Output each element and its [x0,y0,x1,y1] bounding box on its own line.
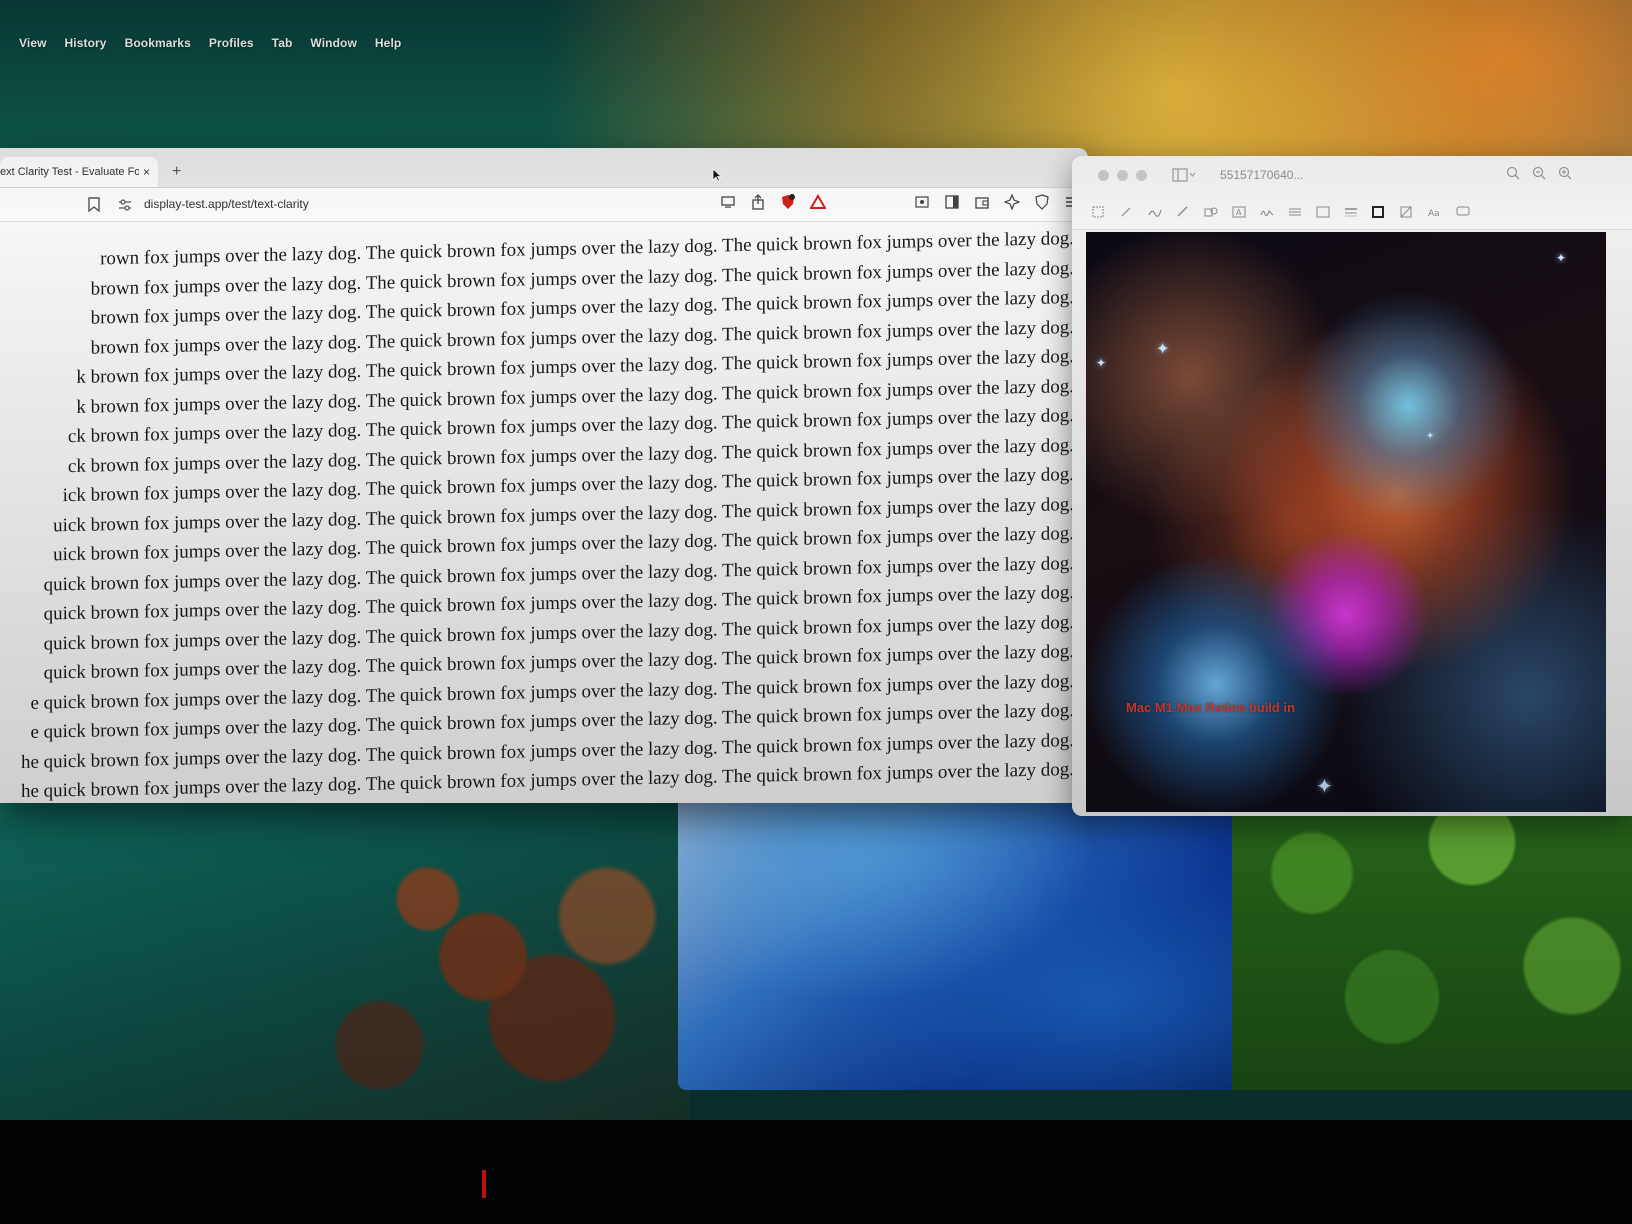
wallpaper-forest [1232,780,1632,1090]
image-caption-overlay: Mac M1 Max Retina build in [1126,700,1296,715]
adjust-size-icon[interactable] [1316,206,1330,218]
preview-top-icons [1506,166,1572,180]
preview-title: 55157170640... [1220,168,1304,182]
menu-bookmarks[interactable]: Bookmarks [116,32,200,54]
screenshot-icon[interactable] [914,194,930,210]
share-icon[interactable] [750,194,766,210]
border-color-icon[interactable] [1372,205,1386,218]
adjust-color-icon[interactable] [1288,206,1302,218]
cast-icon[interactable] [720,194,736,210]
zoom-out-icon[interactable] [1532,166,1546,180]
nebula-image: ✦ ✦ ✦ ✦ ✦ Mac M1 Max Retina build in [1086,232,1606,812]
browser-window: ext Clarity Test - Evaluate For × + disp… [0,148,1088,803]
menu-profiles[interactable]: Profiles [200,32,263,54]
zoom-window-button[interactable] [1136,169,1147,181]
sidebar-icon[interactable] [944,194,960,210]
menu-window[interactable]: Window [301,32,365,54]
menu-help[interactable]: Help [366,32,410,54]
instant-alpha-icon[interactable] [1120,206,1134,218]
bookmark-icon[interactable] [88,197,100,212]
page-content: rown fox jumps over the lazy dog. The qu… [0,222,1088,803]
selection-tool-icon[interactable] [1092,206,1106,218]
preview-markup-toolbar: A Aa [1072,194,1632,230]
toolbar-icons [720,194,1080,210]
sidebar-toggle-icon[interactable] [1172,168,1196,182]
sketch-icon[interactable] [1148,206,1162,218]
new-tab-button[interactable]: + [158,163,193,187]
tab-close-button[interactable]: × [143,165,150,179]
star-sparkle: ✦ [1096,356,1107,370]
star-sparkle: ✦ [1556,251,1567,265]
tab-title: ext Clarity Test - Evaluate For [0,166,139,178]
star-sparkle: ✦ [1316,776,1333,798]
leo-ai-icon[interactable] [1004,194,1020,210]
tab-text-clarity[interactable]: ext Clarity Test - Evaluate For × [0,157,158,187]
shape-style-icon[interactable] [1344,206,1358,218]
text-clarity-body: rown fox jumps over the lazy dog. The qu… [0,224,1074,803]
menu-history[interactable]: History [56,32,116,54]
star-sparkle: ✦ [1156,341,1170,358]
brave-rewards-icon[interactable] [810,194,826,210]
menu-view[interactable]: View [10,32,56,54]
tab-bar: ext Clarity Test - Evaluate For × + [0,148,1088,188]
text-box-icon[interactable]: A [1232,206,1246,218]
wallpaper-blue-waves [678,780,1238,1090]
fill-color-icon[interactable] [1400,206,1414,218]
power-led [482,1170,486,1198]
monitor-bezel [0,1120,1632,1224]
text-style-icon[interactable]: Aa [1428,206,1442,218]
shapes-icon[interactable] [1204,206,1218,218]
wallet-icon[interactable] [974,194,990,210]
site-settings-icon[interactable] [118,198,132,212]
preview-titlebar: 55157170640... [1072,156,1632,194]
window-controls [1098,169,1147,181]
desktop: View History Bookmarks Profiles Tab Wind… [0,0,1632,1120]
close-window-button[interactable] [1098,169,1109,181]
vpn-icon[interactable] [1034,194,1050,210]
menu-tab[interactable]: Tab [263,32,302,54]
wallpaper-rocks [0,780,690,1120]
svg-text:Aa: Aa [1428,209,1440,218]
menu-bar: View History Bookmarks Profiles Tab Wind… [0,28,1632,58]
svg-text:A: A [1236,208,1242,217]
preview-window: 55157170640... A Aa ✦ ✦ ✦ ✦ ✦ Mac M1 Max… [1072,156,1632,816]
minimize-window-button[interactable] [1117,169,1128,181]
mouse-cursor-icon [712,168,722,182]
address-bar[interactable]: display-test.app/test/text-clarity [144,197,309,211]
signature-icon[interactable] [1260,206,1274,218]
brave-shield-icon[interactable] [780,194,796,210]
search-icon[interactable] [1506,166,1520,180]
browser-toolbar: display-test.app/test/text-clarity [0,188,1088,222]
draw-icon[interactable] [1176,206,1190,218]
zoom-in-icon[interactable] [1558,166,1572,180]
star-sparkle: ✦ [1426,431,1435,442]
annotate-icon[interactable] [1456,206,1470,218]
